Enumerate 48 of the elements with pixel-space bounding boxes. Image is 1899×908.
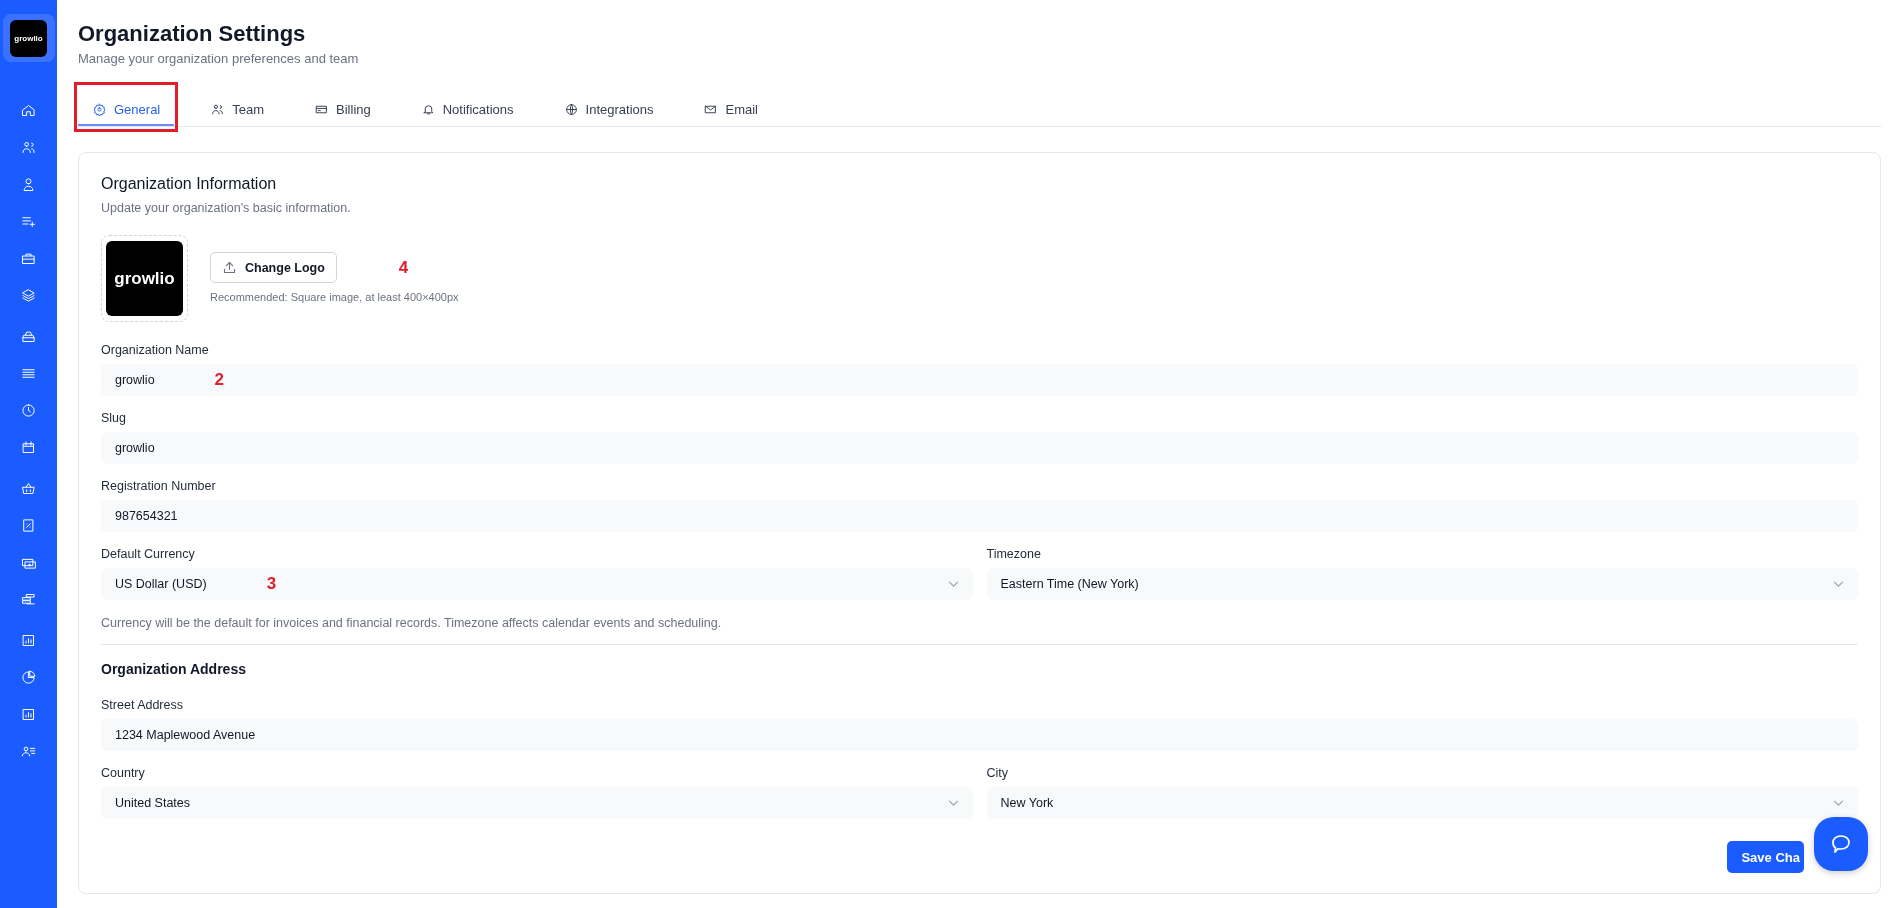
tab[interactable]: Email [689,94,772,126]
logo: growlio [106,241,183,316]
page-subtitle: Manage your organization preferences and team [78,51,360,66]
tab[interactable]: Team [196,94,279,126]
section-description: Update your organization's basic information. [101,201,352,215]
field-label: Timezone [986,546,1042,562]
chevron-down-icon [1833,580,1844,588]
tab[interactable]: Integrations [549,94,668,126]
section-title: Organization Information [101,175,278,193]
tab[interactable]: General [78,94,175,126]
field-label: Slug [101,410,128,426]
select-field[interactable]: Eastern Time (New York) [986,568,1858,600]
select-field[interactable]: United States [101,787,973,819]
logo: growlio [10,19,47,57]
save-button[interactable]: Save Cha [1727,841,1804,873]
upload-icon [222,260,237,275]
annotation-number: 2 [214,370,225,390]
change-logo-button[interactable]: Change Logo [210,252,337,283]
bell-icon [421,102,435,116]
gear-icon [93,102,106,116]
field-label: Default Currency [101,546,196,562]
input-field[interactable]: growlio 2 [101,364,1858,396]
select-field[interactable]: US Dollar (USD) 3 [101,568,973,600]
users-icon [211,102,225,116]
chevron-down-icon [947,799,959,807]
chat-button[interactable] [1814,817,1868,871]
page-title: Organization Settings [78,20,307,48]
input-field[interactable]: 987654321 [101,500,1858,532]
globe-icon [564,102,578,116]
select-field[interactable]: New York [986,787,1858,819]
logo-tile[interactable]: growlio [2,14,55,62]
field-label: Country [101,765,146,781]
field-label: Street Address [101,697,184,713]
field-label: Registration Number [101,478,217,494]
logo-hint: Recommended: Square image, at least 400×400px [210,291,459,303]
input-field[interactable]: 1234 Maplewood Avenue [101,719,1858,751]
chevron-down-icon [947,580,959,588]
annotation-number: 4 [398,257,409,278]
field-label: City [986,765,1010,781]
section-title: Organization Address [101,661,247,677]
field-label: Organization Name [101,342,210,358]
input-field[interactable]: growlio [101,432,1858,464]
tab[interactable]: Notifications [406,94,528,126]
chat-icon [1829,832,1853,856]
chevron-down-icon [1833,799,1844,807]
annotation-number: 3 [266,574,277,594]
tab[interactable]: Billing [300,94,385,126]
help-text: Currency will be the default for invoices and financial records. Timezone affects calendar events and scheduling. [101,616,723,630]
